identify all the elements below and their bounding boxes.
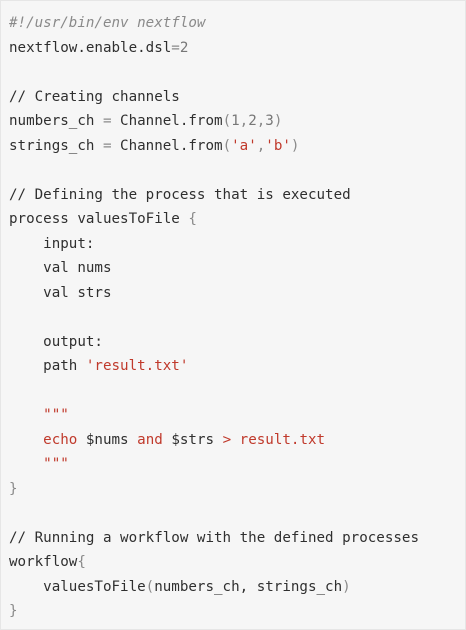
code-line: workflow{ xyxy=(9,550,419,575)
code-token: Channel.from xyxy=(111,137,223,154)
code-token: 2 xyxy=(248,113,257,129)
code-token: } xyxy=(9,603,18,619)
code-line: } xyxy=(9,599,419,624)
code-token: { xyxy=(188,211,197,227)
code-token: echo xyxy=(43,431,86,448)
code-token: { xyxy=(77,554,86,570)
code-token: 'a' xyxy=(231,137,257,154)
code-token: 2 xyxy=(179,39,189,56)
code-token: ( xyxy=(222,137,232,154)
code-token: #!/usr/bin/env nextflow xyxy=(9,15,206,31)
code-line: // Defining the process that is executed xyxy=(9,183,419,208)
code-token: ) xyxy=(290,137,300,154)
code-token: strings_ch xyxy=(9,137,103,154)
code-token: // Running a workflow with the defined p… xyxy=(9,529,419,546)
code-line: val nums xyxy=(9,256,419,281)
code-token: """ xyxy=(43,407,69,423)
code-token: , xyxy=(256,137,266,154)
code-line: val strs xyxy=(9,281,419,306)
code-line: // Running a workflow with the defined p… xyxy=(9,526,419,551)
code-line: numbers_ch = Channel.from(1,2,3) xyxy=(9,109,419,134)
code-token: output: xyxy=(9,333,103,350)
code-token: numbers_ch xyxy=(9,113,103,129)
code-token: 3 xyxy=(265,113,274,129)
code-token: = xyxy=(102,113,112,129)
code-token: """ xyxy=(43,456,69,472)
code-listing[interactable]: #!/usr/bin/env nextflow nextflow.enable.d… xyxy=(9,11,419,624)
code-token: and xyxy=(128,431,172,448)
code-token: // Defining the process that is executed xyxy=(9,186,351,203)
code-token: Channel.from xyxy=(111,113,223,129)
code-token: numbers_ch, strings_ch xyxy=(154,578,343,595)
code-token: input: xyxy=(9,235,95,252)
code-token: ( xyxy=(222,113,232,129)
code-line: // Creating channels xyxy=(9,85,419,110)
code-token: ) xyxy=(342,578,351,595)
code-line: output: xyxy=(9,330,419,355)
code-line: nextflow.enable.dsl=2 xyxy=(9,36,419,61)
code-token: , xyxy=(239,113,249,129)
code-token: $nums xyxy=(85,431,129,448)
code-token: 'b' xyxy=(265,137,291,154)
code-token: valuesToFile xyxy=(9,578,146,595)
code-token: 1 xyxy=(231,113,240,129)
code-line: """ xyxy=(9,452,419,477)
code-line: strings_ch = Channel.from('a','b') xyxy=(9,134,419,159)
code-token: = xyxy=(102,137,112,154)
code-token: ( xyxy=(145,578,155,595)
code-token: val strs xyxy=(9,284,112,301)
code-token: nextflow.enable.dsl xyxy=(9,39,172,56)
code-token: = xyxy=(171,39,180,56)
code-token: // Creating channels xyxy=(9,88,180,105)
code-line: process valuesToFile { xyxy=(9,207,419,232)
code-block: #!/usr/bin/env nextflow nextflow.enable.d… xyxy=(0,0,466,630)
code-token: val nums xyxy=(9,260,112,276)
code-token: path xyxy=(9,358,86,374)
code-line: input: xyxy=(9,232,419,257)
code-line: path 'result.txt' xyxy=(9,354,419,379)
code-token: > result.txt xyxy=(214,431,326,448)
code-token: , xyxy=(256,113,266,129)
code-line: } xyxy=(9,477,419,502)
code-line: valuesToFile(numbers_ch, strings_ch) xyxy=(9,575,419,600)
code-token: } xyxy=(9,480,18,497)
code-line: """ xyxy=(9,403,419,428)
code-token: workflow xyxy=(9,554,78,570)
code-line: echo $nums and $strs > result.txt xyxy=(9,428,419,453)
code-token: process valuesToFile xyxy=(9,211,189,227)
code-line: #!/usr/bin/env nextflow xyxy=(9,11,419,36)
code-token: 'result.txt' xyxy=(85,358,189,374)
code-token: ) xyxy=(273,113,283,129)
code-token: $strs xyxy=(171,431,215,448)
